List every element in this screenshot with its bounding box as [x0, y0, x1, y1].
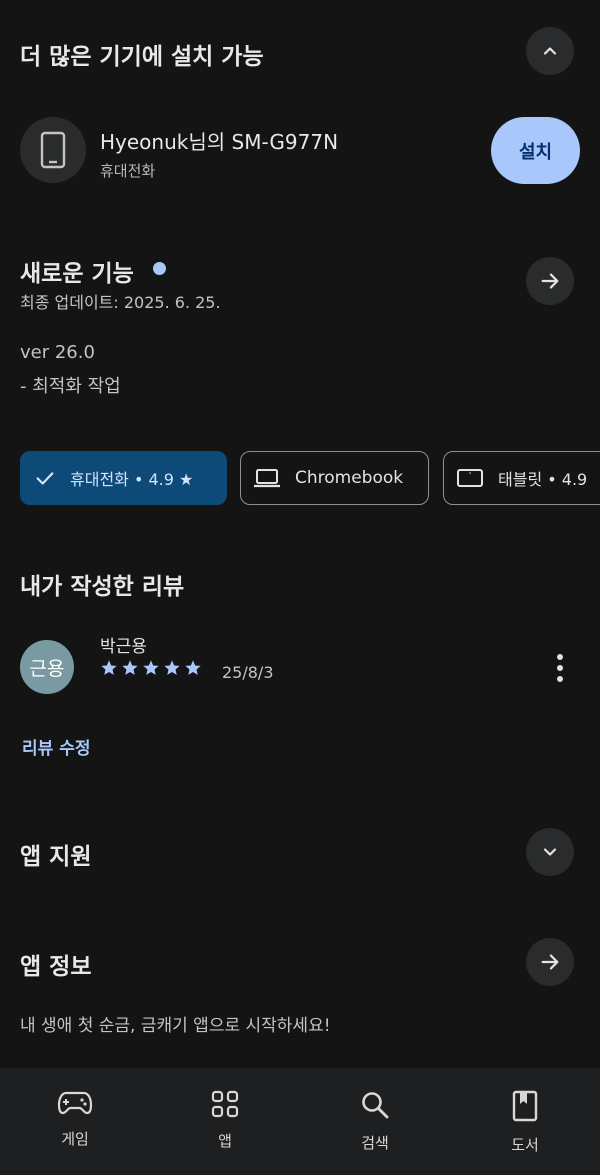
tablet-icon — [456, 467, 484, 489]
chip-phone-label: 휴대전화 • 4.9 ★ — [70, 470, 194, 489]
whats-new-arrow-button[interactable] — [526, 257, 574, 305]
apps-grid-icon — [211, 1090, 239, 1118]
rating-stars — [100, 659, 202, 677]
nav-books[interactable]: 도서 — [450, 1068, 600, 1175]
collapse-devices-button[interactable] — [526, 27, 574, 75]
nav-games[interactable]: 게임 — [0, 1068, 150, 1175]
install-button[interactable]: 설치 — [491, 117, 580, 184]
nav-apps-label: 앱 — [218, 1132, 232, 1150]
whats-new-title: 새로운 기능 — [20, 261, 134, 287]
avatar: 근용 — [20, 640, 74, 694]
nav-apps[interactable]: 앱 — [150, 1068, 300, 1175]
arrow-right-icon — [541, 954, 559, 970]
chip-tablet[interactable]: 태블릿 • 4.9 — [443, 451, 600, 505]
more-vert-icon — [557, 654, 563, 682]
reviewer-name: 박근용 — [100, 637, 147, 657]
nav-books-label: 도서 — [511, 1136, 539, 1154]
review-date: 25/8/3 — [222, 663, 274, 682]
phone-device-avatar — [20, 117, 86, 183]
gamepad-icon — [57, 1091, 93, 1115]
star-icon — [122, 660, 138, 675]
star-icon — [143, 660, 159, 675]
star-icon — [185, 660, 201, 675]
book-icon — [512, 1090, 538, 1122]
device-type: 휴대전화 — [100, 162, 156, 180]
check-icon — [34, 467, 56, 489]
nav-search[interactable]: 검색 — [300, 1068, 450, 1175]
chevron-up-icon — [543, 47, 557, 55]
my-review-title: 내가 작성한 리뷰 — [20, 574, 185, 600]
device-name: Hyeonuk님의 SM-G977N — [100, 130, 339, 154]
arrow-right-icon — [541, 273, 559, 289]
search-icon — [362, 1092, 389, 1119]
laptop-icon — [253, 467, 281, 489]
chip-phone[interactable]: 휴대전화 • 4.9 ★ — [20, 451, 227, 505]
chip-chromebook[interactable]: Chromebook — [240, 451, 429, 505]
last-updated-text: 최종 업데이트: 2025. 6. 25. — [20, 293, 221, 312]
release-note-text: - 최적화 작업 — [20, 376, 121, 397]
bottom-nav: 게임 앱 검색 도서 — [0, 1068, 600, 1175]
chip-tablet-label: 태블릿 • 4.9 — [498, 470, 588, 489]
devices-section-title: 더 많은 기기에 설치 가능 — [20, 44, 264, 70]
edit-review-link[interactable]: 리뷰 수정 — [22, 734, 90, 759]
new-indicator-dot — [153, 262, 166, 275]
version-text: ver 26.0 — [20, 342, 95, 363]
smartphone-icon — [40, 131, 66, 169]
app-description: 내 생애 첫 순금, 금캐기 앱으로 시작하세요! — [20, 1016, 331, 1036]
star-icon — [164, 660, 180, 675]
nav-search-label: 검색 — [361, 1134, 389, 1152]
app-info-arrow-button[interactable] — [526, 938, 574, 986]
expand-app-support-button[interactable] — [526, 828, 574, 876]
app-support-title: 앱 지원 — [20, 844, 92, 870]
chevron-down-icon — [543, 848, 557, 856]
nav-games-label: 게임 — [61, 1130, 89, 1148]
chip-chromebook-label: Chromebook — [295, 468, 404, 488]
review-more-button[interactable] — [548, 650, 572, 686]
app-info-title: 앱 정보 — [20, 954, 92, 980]
star-icon — [101, 660, 117, 675]
